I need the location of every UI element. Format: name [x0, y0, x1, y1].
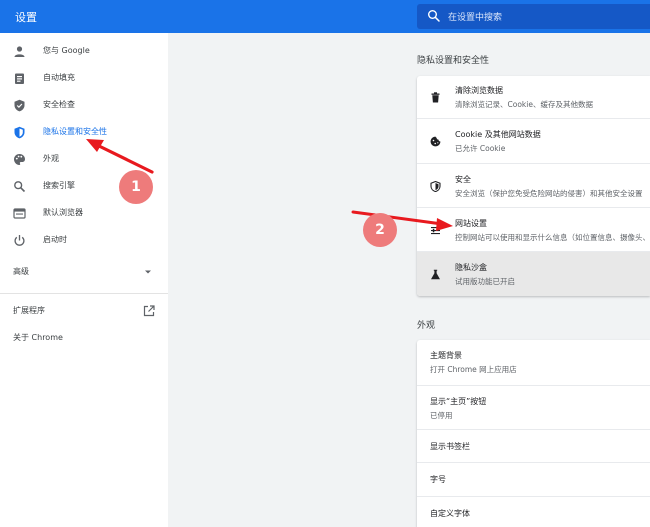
- browser-window-icon: [13, 208, 26, 219]
- appearance-card: 主题背景 打开 Chrome 网上应用店 显示“主页”按钮 已停用 显示书签栏 …: [417, 340, 650, 527]
- clipboard-icon: [15, 73, 24, 84]
- row-customize-fonts[interactable]: 自定义字体: [417, 496, 650, 527]
- row-site-settings[interactable]: 网站设置 控制网站可以使用和显示什么信息（如位置信息、摄像头、弹出式窗口及其他）: [417, 207, 650, 251]
- sidebar-item-label: 搜索引擎: [43, 181, 75, 190]
- sidebar-item-about-chrome[interactable]: 关于 Chrome: [0, 326, 168, 351]
- shield-check-icon: [14, 99, 25, 112]
- sidebar-item-on-startup[interactable]: 启动时: [0, 228, 168, 253]
- row-subtitle: 已允许 Cookie: [455, 144, 506, 153]
- sidebar-item-advanced[interactable]: 高级: [0, 260, 168, 285]
- row-subtitle: 试用版功能已开启: [455, 277, 515, 286]
- sidebar-item-label: 外观: [43, 154, 59, 163]
- person-icon: [14, 46, 25, 57]
- sliders-icon: [431, 225, 440, 235]
- sidebar-item-default-browser[interactable]: 默认浏览器: [0, 201, 168, 226]
- row-show-bookmarks-bar[interactable]: 显示书签栏: [417, 429, 650, 462]
- palette-icon: [14, 154, 25, 165]
- extensions-label: 扩展程序: [13, 306, 45, 315]
- page-title: 设置: [15, 11, 37, 24]
- trash-icon: [431, 92, 440, 103]
- row-subtitle: 安全浏览（保护您免受危险网站的侵害）和其他安全设置: [455, 189, 643, 198]
- row-title: 字号: [430, 475, 446, 484]
- row-theme[interactable]: 主题背景 打开 Chrome 网上应用店: [417, 340, 650, 385]
- sidebar-item-privacy[interactable]: 隐私设置和安全性: [0, 120, 168, 145]
- header-title-area: 设置: [0, 0, 413, 33]
- power-icon: [14, 235, 25, 246]
- flask-icon: [431, 269, 440, 280]
- search-icon: [14, 181, 26, 193]
- row-privacy-sandbox[interactable]: 隐私沙盒 试用版功能已开启: [417, 251, 650, 296]
- row-title: 主题背景: [430, 351, 462, 360]
- sidebar-item-label: 默认浏览器: [43, 208, 83, 217]
- search-input[interactable]: 在设置中搜索: [417, 4, 650, 29]
- sidebar-item-you-and-google[interactable]: 您与 Google: [0, 39, 168, 64]
- row-cookies[interactable]: Cookie 及其他网站数据 已允许 Cookie: [417, 118, 650, 163]
- cookie-icon: [430, 136, 441, 147]
- row-show-home-button[interactable]: 显示“主页”按钮 已停用: [417, 385, 650, 429]
- row-font-size[interactable]: 字号: [417, 462, 650, 496]
- top-bar: 设置 在设置中搜索: [0, 0, 650, 33]
- sidebar-item-label: 安全检查: [43, 100, 75, 109]
- sidebar-item-extensions[interactable]: 扩展程序: [0, 299, 168, 324]
- annotation-badge-1: 1: [119, 170, 153, 204]
- sidebar-item-label: 您与 Google: [43, 46, 90, 55]
- sidebar-item-label: 隐私设置和安全性: [43, 127, 107, 136]
- row-security[interactable]: 安全 安全浏览（保护您免受危险网站的侵害）和其他安全设置: [417, 163, 650, 207]
- sidebar-item-label: 自动填充: [43, 73, 75, 82]
- row-subtitle: 打开 Chrome 网上应用店: [430, 365, 517, 374]
- row-title: 自定义字体: [430, 509, 470, 518]
- row-subtitle: 清除浏览记录、Cookie、缓存及其他数据: [455, 100, 593, 109]
- row-title: 安全: [455, 175, 471, 184]
- row-title: Cookie 及其他网站数据: [455, 130, 541, 139]
- privacy-shield-icon: [14, 126, 25, 139]
- search-placeholder: 在设置中搜索: [448, 13, 503, 23]
- row-title: 隐私沙盒: [455, 263, 487, 272]
- sidebar-item-autofill[interactable]: 自动填充: [0, 66, 168, 91]
- advanced-label: 高级: [13, 267, 29, 276]
- appearance-section-title: 外观: [417, 321, 436, 331]
- privacy-section-title: 隐私设置和安全性: [417, 56, 490, 66]
- sidebar: 您与 Google 自动填充 安全检查 隐私设置和安全性 外观 搜索引擎 默认浏…: [0, 33, 168, 527]
- row-clear-browsing-data[interactable]: 清除浏览数据 清除浏览记录、Cookie、缓存及其他数据: [417, 76, 650, 118]
- row-title: 网站设置: [455, 219, 487, 228]
- row-title: 清除浏览数据: [455, 86, 503, 95]
- annotation-badge-2: 2: [363, 213, 397, 247]
- security-shield-icon: [430, 181, 441, 192]
- external-link-icon: [143, 305, 155, 317]
- about-label: 关于 Chrome: [13, 333, 63, 342]
- sidebar-item-label: 启动时: [43, 235, 67, 244]
- row-subtitle: 控制网站可以使用和显示什么信息（如位置信息、摄像头、弹出式窗口及其他）: [455, 233, 650, 242]
- sidebar-divider: [0, 293, 168, 294]
- sidebar-item-safety-check[interactable]: 安全检查: [0, 93, 168, 118]
- chevron-down-icon: [145, 270, 151, 274]
- search-icon: [428, 10, 440, 22]
- row-title: 显示书签栏: [430, 442, 470, 451]
- sidebar-item-appearance[interactable]: 外观: [0, 147, 168, 172]
- row-subtitle: 已停用: [430, 411, 453, 420]
- row-title: 显示“主页”按钮: [430, 397, 487, 406]
- privacy-card: 清除浏览数据 清除浏览记录、Cookie、缓存及其他数据 Cookie 及其他网…: [417, 76, 650, 296]
